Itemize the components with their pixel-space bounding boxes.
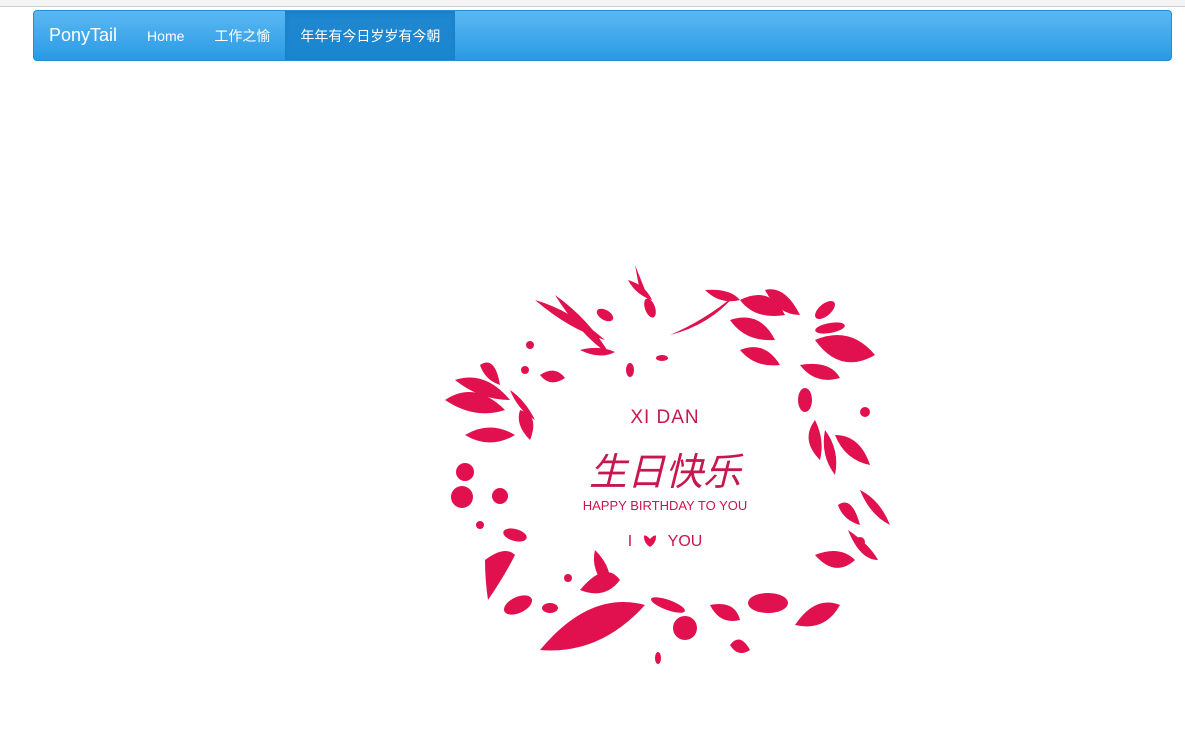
birthday-card-image: XI DAN 生日快乐 HAPPY BIRTHDAY TO YOU I YOU (440, 260, 900, 670)
card-name: XI DAN (630, 407, 699, 428)
top-navbar: PonyTail Home 工作之愉 年年有今日岁岁有今朝 (33, 10, 1172, 61)
nav-item-home[interactable]: Home (132, 11, 199, 60)
card-love-left: I (628, 533, 632, 550)
nav-item-birthday[interactable]: 年年有今日岁岁有今朝 (285, 11, 456, 60)
nav-item-work[interactable]: 工作之愉 (199, 11, 285, 60)
card-title: 生日快乐 (589, 452, 744, 494)
window-top-border (0, 0, 1185, 7)
card-subtitle: HAPPY BIRTHDAY TO YOU (583, 498, 748, 513)
birthday-wreath-illustration: XI DAN 生日快乐 HAPPY BIRTHDAY TO YOU I YOU (445, 265, 890, 664)
heart-icon (644, 535, 656, 547)
brand-link[interactable]: PonyTail (34, 11, 132, 60)
card-love-right: YOU (668, 533, 703, 550)
